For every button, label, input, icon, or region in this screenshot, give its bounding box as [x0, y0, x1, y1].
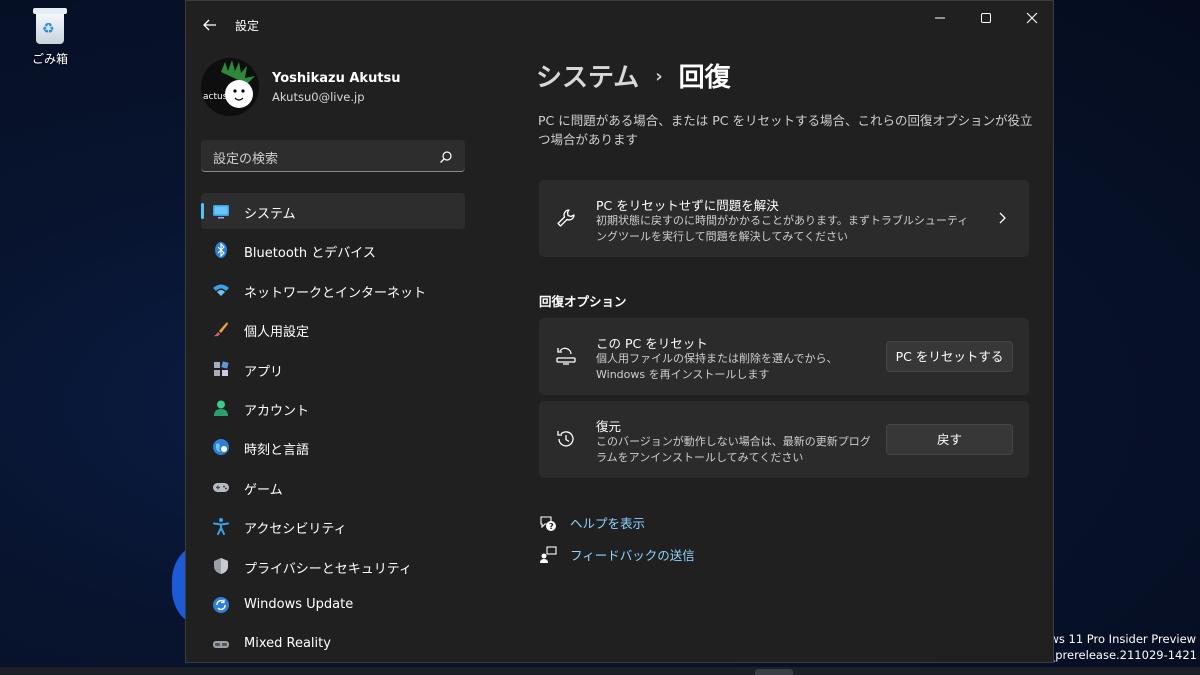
update-icon: [212, 596, 230, 614]
troubleshoot-title: PC をリセットせずに問題を解決: [596, 198, 779, 213]
sidebar-item-apps[interactable]: アプリ: [201, 351, 465, 387]
sidebar-item-network[interactable]: ネットワークとインターネット: [201, 272, 465, 308]
user-email: Akutsu0@live.jp: [272, 90, 365, 104]
breadcrumb-chevron-icon: ›: [655, 66, 663, 87]
reset-pc-icon: [555, 345, 577, 367]
title-bar: 設定: [186, 1, 1053, 47]
accessibility-icon: [212, 517, 230, 536]
user-name: Yoshikazu Akutsu: [272, 71, 401, 86]
sidebar-item-privacy-security[interactable]: プライバシーとセキュリティ: [201, 548, 465, 584]
headset-icon: [212, 635, 230, 653]
sidebar-item-time-language[interactable]: 時刻と言語: [201, 429, 465, 465]
watermark-line1: dows 11 Pro Insider Preview: [1035, 632, 1197, 646]
page-title: 回復: [678, 63, 731, 93]
troubleshoot-card[interactable]: PC をリセットせずに問題を解決 初期状態に戻すのに時間がかかることがあります。…: [539, 180, 1029, 257]
globe-icon: [212, 438, 230, 456]
sidebar-item-system[interactable]: システム: [201, 193, 465, 229]
close-button[interactable]: [1009, 7, 1055, 29]
sidebar-nav: システム Bluetooth とデバイス ネットワークとインターネット 個人用設…: [201, 193, 465, 666]
gamepad-icon: [212, 478, 230, 496]
account-icon: [212, 399, 230, 417]
sidebar-item-accounts[interactable]: アカウント: [201, 390, 465, 426]
go-back-button[interactable]: 戻す: [886, 424, 1013, 455]
maximize-button[interactable]: [963, 7, 1009, 29]
help-link-label: ヘルプを表示: [570, 516, 646, 531]
sidebar-item-label: 個人用設定: [244, 325, 310, 341]
troubleshoot-description: 初期状態に戻すのに時間がかかることがあります。まずトラブルシューティングツールを…: [596, 214, 969, 243]
help-icon: ?: [539, 514, 557, 532]
brush-icon: [212, 320, 230, 338]
sidebar-item-mixed-reality[interactable]: Mixed Reality: [201, 626, 465, 662]
feedback-link[interactable]: フィードバックの送信: [539, 545, 695, 564]
sidebar-item-label: アプリ: [244, 364, 284, 380]
section-title: 回復オプション: [539, 294, 627, 309]
sidebar-item-windows-update[interactable]: Windows Update: [201, 587, 465, 623]
avatar-logo-text: actus: [203, 92, 228, 102]
recycle-bin-icon: ♻: [33, 4, 67, 44]
restore-title: 復元: [596, 419, 622, 434]
sidebar-item-label: Windows Update: [244, 596, 354, 612]
back-arrow-icon[interactable]: [200, 15, 220, 35]
feedback-link-label: フィードバックの送信: [570, 548, 695, 563]
shield-icon: [212, 557, 230, 575]
sidebar-item-label: システム: [244, 207, 296, 222]
sidebar-item-label: プライバシーとセキュリティ: [244, 561, 412, 577]
sidebar-item-label: アクセシビリティ: [244, 522, 347, 538]
restore-card: 復元 このバージョンが動作しない場合は、最新の更新プログラムをアンインストールし…: [539, 401, 1029, 478]
search-icon[interactable]: [439, 149, 453, 168]
sidebar-item-gaming[interactable]: ゲーム: [201, 469, 465, 505]
sidebar-item-label: アカウント: [244, 403, 310, 419]
sidebar-item-bluetooth[interactable]: Bluetooth とデバイス: [201, 232, 465, 268]
settings-window: 設定 actus Yoshikazu Akutsu Akutsu0@live.j…: [185, 0, 1054, 663]
search-input[interactable]: 設定の検索: [201, 140, 465, 172]
wrench-icon: [555, 207, 577, 229]
reset-pc-button[interactable]: PC をリセットする: [886, 341, 1013, 372]
recycle-bin-label: ごみ箱: [31, 52, 68, 66]
taskbar-app-button[interactable]: [755, 669, 793, 675]
sidebar-item-label: ネットワークとインターネット: [244, 285, 427, 301]
sidebar-item-label: ゲーム: [244, 482, 283, 498]
wifi-icon: [212, 281, 230, 299]
breadcrumb: システム › 回復: [536, 57, 731, 94]
apps-icon: [212, 360, 230, 378]
feedback-icon: [539, 546, 557, 564]
chevron-right-icon: [997, 210, 1007, 229]
minimize-button[interactable]: [917, 7, 963, 29]
restore-description: このバージョンが動作しない場合は、最新の更新プログラムをアンインストールしてみて…: [596, 435, 871, 464]
page-description: PC に問題がある場合、または PC をリセットする場合、これらの回復オプション…: [538, 113, 1033, 147]
avatar[interactable]: actus: [201, 58, 259, 116]
sidebar-item-personalization[interactable]: 個人用設定: [201, 311, 465, 347]
reset-pc-description: 個人用ファイルの保持または削除を選んでから、Windows を再インストールしま…: [596, 352, 838, 381]
app-title: 設定: [235, 19, 260, 33]
system-icon: [212, 202, 230, 220]
reset-pc-title: この PC をリセット: [596, 336, 708, 351]
search-placeholder: 設定の検索: [213, 152, 279, 167]
breadcrumb-parent[interactable]: システム: [536, 63, 639, 93]
sidebar-item-label: 時刻と言語: [244, 443, 310, 459]
os-watermark: dows 11 Pro Insider Preview .rs_prerelea…: [1035, 631, 1197, 663]
sidebar-item-accessibility[interactable]: アクセシビリティ: [201, 508, 465, 544]
recycle-bin-desktop-icon[interactable]: ♻ ごみ箱: [22, 4, 78, 67]
svg-text:?: ?: [549, 522, 554, 531]
history-icon: [555, 428, 577, 450]
sidebar-item-label: Bluetooth とデバイス: [244, 246, 376, 262]
help-link[interactable]: ? ヘルプを表示: [539, 513, 645, 532]
taskbar: [0, 667, 1200, 675]
bluetooth-icon: [212, 241, 230, 259]
reset-pc-card: この PC をリセット 個人用ファイルの保持または削除を選んでから、Window…: [539, 318, 1029, 395]
sidebar-item-label: Mixed Reality: [244, 636, 331, 652]
watermark-line2: .rs_prerelease.211029-1421: [1035, 648, 1197, 662]
